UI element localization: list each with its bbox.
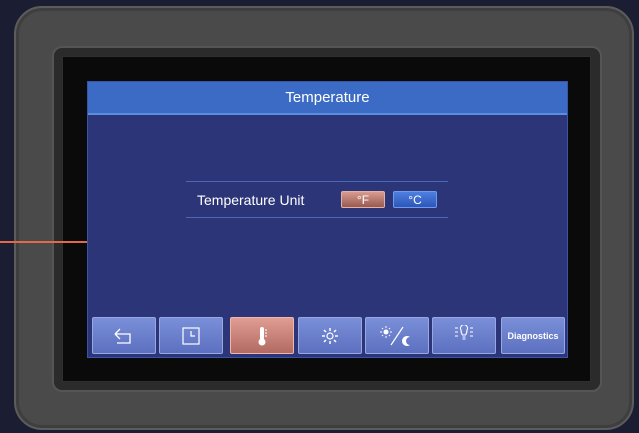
- clock-icon: [181, 326, 201, 346]
- celsius-button[interactable]: °C: [393, 191, 437, 208]
- nav-fan-button[interactable]: [298, 317, 362, 354]
- fahrenheit-button[interactable]: °F: [341, 191, 385, 208]
- bottom-navbar: Diagnostics: [90, 317, 565, 356]
- nav-diagnostics-button[interactable]: Diagnostics: [501, 317, 565, 354]
- nav-back-button[interactable]: [92, 317, 156, 354]
- diagnostics-label: Diagnostics: [507, 330, 559, 341]
- divider-bottom: [186, 217, 448, 218]
- divider-top: [186, 181, 448, 182]
- nav-light-button[interactable]: [432, 317, 496, 354]
- light-bulb-icon: [452, 324, 476, 347]
- nav-clock-button[interactable]: [159, 317, 223, 354]
- back-arrow-icon: [113, 327, 135, 345]
- nav-day-night-button[interactable]: [365, 317, 429, 354]
- nav-temperature-button[interactable]: [230, 317, 294, 354]
- thermometer-icon: [255, 325, 269, 347]
- page-title: Temperature: [88, 82, 567, 115]
- temperature-unit-label: Temperature Unit: [197, 192, 305, 208]
- day-night-icon: [377, 324, 417, 348]
- fan-icon: [319, 325, 341, 347]
- touch-screen: Temperature Temperature Unit °F °C Diagn…: [87, 81, 568, 358]
